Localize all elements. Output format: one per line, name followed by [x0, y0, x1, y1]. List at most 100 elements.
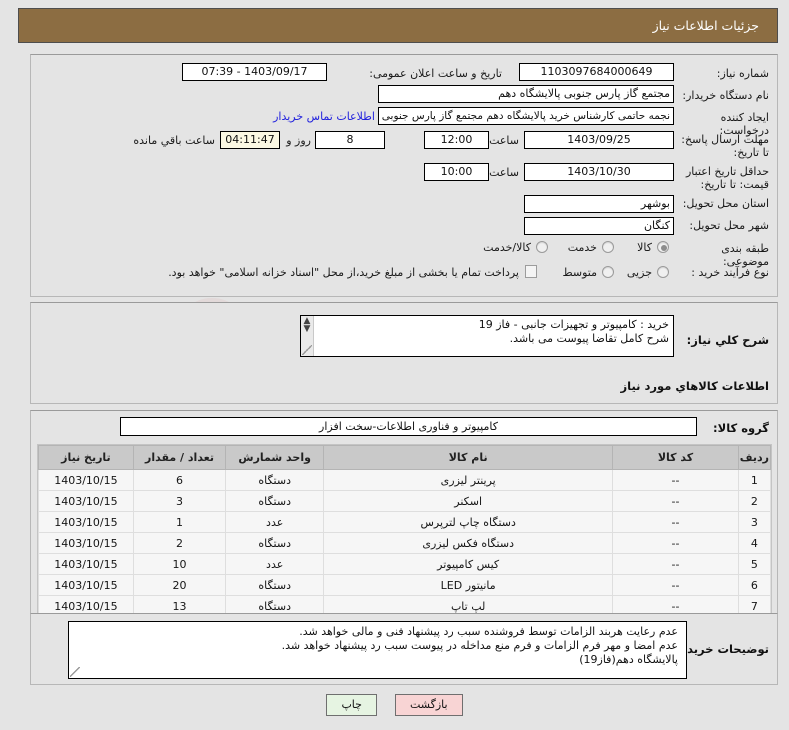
radio-category-kala[interactable] — [657, 241, 669, 253]
cell-name: مانیتور LED — [324, 575, 613, 596]
table-row: 3--دستگاه چاپ لترپرسعدد11403/10/15 — [39, 512, 771, 533]
cell-name: دستگاه فکس لیزری — [324, 533, 613, 554]
checkbox-treasury-documents-label: پرداخت تمام یا بخشی از مبلغ خرید،از محل … — [168, 265, 519, 281]
city-label: شهر محل تحویل: — [674, 219, 769, 232]
table-row: 1--پرینتر لیزریدستگاه61403/10/15 — [39, 470, 771, 491]
cell-code: -- — [613, 533, 739, 554]
announce-datetime-label: تاریخ و ساعت اعلان عمومی: — [332, 67, 502, 80]
province-label: استان محل تحویل: — [674, 197, 769, 210]
goods-group-value[interactable]: کامپیوتر و فناوری اطلاعات-سخت افزار — [120, 417, 697, 436]
buyer-org-label: نام دستگاه خریدار: — [679, 89, 769, 102]
deadline-label: مهلت ارسال پاسخ: تا تاریخ: — [674, 133, 769, 159]
radio-category-khedmat-label: خدمت — [568, 240, 597, 256]
buyer-contact-link[interactable]: اطلاعات تماس خریدار — [273, 109, 375, 125]
resize-grip-icon[interactable] — [302, 345, 312, 355]
price-validity-date-value[interactable]: 1403/10/30 — [524, 163, 674, 181]
items-panel: گروه کالا: کامپیوتر و فناوری اطلاعات-سخت… — [30, 410, 778, 617]
cell-code: -- — [613, 554, 739, 575]
buyer-notes-textarea[interactable]: عدم رعایت هربند الزامات توسط فروشنده سبب… — [68, 621, 687, 679]
deadline-time-label: ساعت — [489, 133, 519, 149]
table-row: 5--کیس کامپیوترعدد101403/10/15 — [39, 554, 771, 575]
col-qty: تعداد / مقدار — [133, 446, 225, 470]
cell-unit: دستگاه — [226, 491, 324, 512]
category-label: طبقه بندی موضوعی: — [674, 242, 769, 268]
process-label: نوع فرآیند خرید : — [674, 266, 769, 279]
deadline-date-value[interactable]: 1403/09/25 — [524, 131, 674, 149]
cell-qty: 3 — [133, 491, 225, 512]
province-value[interactable]: بوشهر — [524, 195, 674, 213]
cell-radif: 3 — [738, 512, 770, 533]
table-row: 4--دستگاه فکس لیزریدستگاه21403/10/15 — [39, 533, 771, 554]
items-table-header-row: ردیف کد کالا نام کالا واحد شمارش تعداد /… — [39, 446, 771, 470]
cell-unit: عدد — [226, 512, 324, 533]
print-button[interactable]: چاپ — [326, 694, 377, 716]
page-root: جزئیات اطلاعات نیاز شماره نیاز: 11030976… — [0, 0, 789, 730]
cell-radif: 5 — [738, 554, 770, 575]
cell-qty: 1 — [133, 512, 225, 533]
back-button[interactable]: بازگشت — [395, 694, 463, 716]
cell-radif: 6 — [738, 575, 770, 596]
cell-qty: 6 — [133, 470, 225, 491]
price-validity-label: حداقل تاریخ اعتبار قیمت: تا تاریخ: — [674, 165, 769, 191]
items-section-subtitle: اطلاعات کالاهاي مورد نیاز — [621, 379, 769, 393]
cell-name: کیس کامپیوتر — [324, 554, 613, 575]
announce-datetime-value[interactable]: 1403/09/17 - 07:39 — [182, 63, 327, 81]
city-value[interactable]: کنگان — [524, 217, 674, 235]
radio-category-kala-khedmat-label: کالا/خدمت — [483, 240, 531, 256]
cell-unit: عدد — [226, 554, 324, 575]
general-description-text: خرید : کامپیوتر و تجهیزات جانبی - فاز 19… — [317, 318, 669, 354]
action-button-row: بازگشت چاپ — [0, 694, 789, 716]
buyer-org-value[interactable]: مجتمع گاز پارس جنوبی پالایشگاه دهم — [378, 85, 674, 103]
cell-date: 1403/10/15 — [39, 512, 134, 533]
remaining-days-suffix: روز و — [286, 133, 311, 149]
remaining-days-value: 8 — [315, 131, 385, 149]
cell-qty: 2 — [133, 533, 225, 554]
cell-name: اسکنر — [324, 491, 613, 512]
radio-category-khedmat[interactable] — [602, 241, 614, 253]
items-table: ردیف کد کالا نام کالا واحد شمارش تعداد /… — [38, 445, 771, 617]
radio-category-kala-khedmat[interactable] — [536, 241, 548, 253]
cell-radif: 2 — [738, 491, 770, 512]
radio-category-kala-label: کالا — [637, 240, 652, 256]
goods-group-label: گروه کالا: — [713, 421, 769, 435]
radio-process-motavaset-label: متوسط — [562, 265, 597, 281]
cell-date: 1403/10/15 — [39, 575, 134, 596]
cell-radif: 4 — [738, 533, 770, 554]
need-number-label: شماره نیاز: — [679, 67, 769, 80]
table-row: 6--مانیتور LEDدستگاه201403/10/15 — [39, 575, 771, 596]
general-description-panel: شرح کلي نیاز: ▲▼ خرید : کامپیوتر و تجهیز… — [30, 302, 778, 404]
page-title: جزئیات اطلاعات نیاز — [653, 18, 777, 33]
radio-process-jozi-label: جزیی — [627, 265, 652, 281]
deadline-time-value[interactable]: 12:00 — [424, 131, 489, 149]
cell-date: 1403/10/15 — [39, 470, 134, 491]
price-validity-time-value[interactable]: 10:00 — [424, 163, 489, 181]
col-unit: واحد شمارش — [226, 446, 324, 470]
cell-radif: 1 — [738, 470, 770, 491]
cell-qty: 10 — [133, 554, 225, 575]
need-number-value[interactable]: 1103097684000649 — [519, 63, 674, 81]
price-validity-time-label: ساعت — [489, 165, 519, 181]
notes-resize-grip-icon[interactable] — [70, 667, 80, 677]
general-description-textarea[interactable]: ▲▼ خرید : کامپیوتر و تجهیزات جانبی - فاز… — [300, 315, 674, 357]
checkbox-treasury-documents[interactable] — [525, 265, 537, 278]
remaining-suffix-label: ساعت باقي مانده — [133, 133, 215, 149]
cell-unit: دستگاه — [226, 470, 324, 491]
page-title-bar: جزئیات اطلاعات نیاز — [18, 8, 778, 43]
buyer-notes-text: عدم رعایت هربند الزامات توسط فروشنده سبب… — [77, 625, 678, 675]
scroll-arrows-icon: ▲▼ — [301, 317, 313, 333]
cell-name: پرینتر لیزری — [324, 470, 613, 491]
items-table-body: 1--پرینتر لیزریدستگاه61403/10/152--اسکنر… — [39, 470, 771, 617]
col-radif: ردیف — [738, 446, 770, 470]
radio-process-motavaset[interactable] — [602, 266, 614, 278]
creator-value[interactable]: نجمه حاتمی کارشناس خرید پالایشگاه دهم مج… — [378, 107, 674, 125]
cell-code: -- — [613, 470, 739, 491]
radio-process-jozi[interactable] — [657, 266, 669, 278]
cell-date: 1403/10/15 — [39, 554, 134, 575]
buyer-notes-panel: توضیحات خریدار: عدم رعایت هربند الزامات … — [30, 613, 778, 685]
cell-code: -- — [613, 512, 739, 533]
col-date: تاریخ نیاز — [39, 446, 134, 470]
general-description-label: شرح کلي نیاز: — [687, 333, 769, 347]
cell-unit: دستگاه — [226, 533, 324, 554]
table-row: 2--اسکنردستگاه31403/10/15 — [39, 491, 771, 512]
cell-unit: دستگاه — [226, 575, 324, 596]
